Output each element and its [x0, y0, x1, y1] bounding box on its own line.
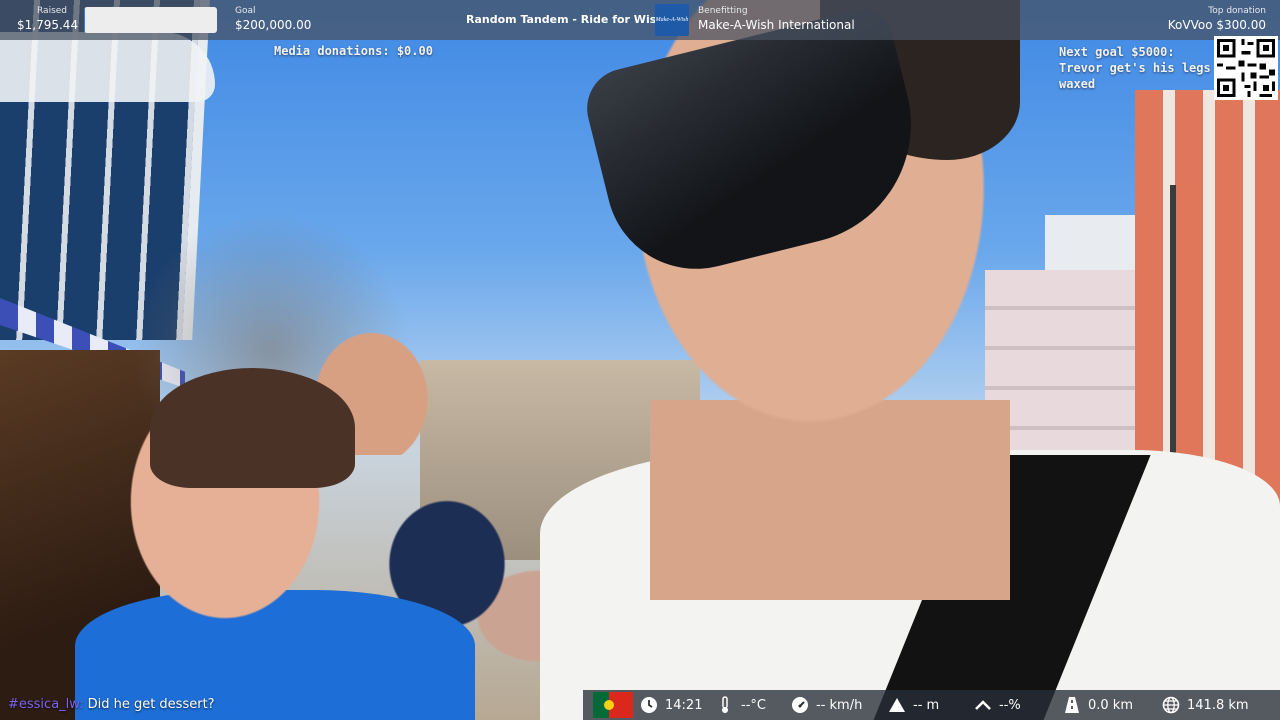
incline-value: --% [999, 697, 1021, 713]
speed-value: -- km/h [816, 697, 863, 713]
time-value: 14:21 [665, 697, 703, 713]
road-icon [1062, 696, 1082, 714]
fundraising-progress-bar [84, 7, 217, 33]
benefitting-section: Benefitting Make-A-Wish International [698, 6, 855, 33]
chat-message: #essica_lw: Did he get dessert? [8, 697, 215, 712]
top-donation-label: Top donation [1208, 6, 1266, 16]
goal-section: Goal $200,000.00 [235, 6, 311, 33]
altitude-stat: -- m [887, 696, 939, 714]
stats-bar: 14:21 --°C -- km/h -- m --% 0.0 km 141.8… [583, 690, 1280, 720]
speedometer-icon [790, 696, 810, 714]
next-goal-line-3: waxed [1059, 77, 1096, 91]
goal-label: Goal [235, 6, 256, 16]
logo-text: Make-A-Wish [655, 17, 689, 23]
donation-bar: Raised $1,795.44 Goal $200,000.00 Random… [0, 0, 1280, 40]
clock-icon [639, 696, 659, 714]
building-canopy [0, 32, 215, 102]
incline-icon [973, 696, 993, 714]
speed-stat: -- km/h [790, 696, 862, 714]
portugal-flag-icon [593, 692, 633, 718]
benefitting-value: Make-A-Wish International [698, 18, 855, 32]
mountain-icon [887, 696, 907, 714]
distance-today-stat: 0.0 km [1062, 696, 1133, 714]
globe-icon [1161, 696, 1181, 714]
camera-feed [0, 0, 1280, 720]
stream-title: Random Tandem - Ride for Wishes [466, 13, 679, 26]
next-goal-text: Next goal $5000: Trevor get's his legs w… [1059, 44, 1214, 92]
temperature-value: --°C [741, 697, 766, 713]
temperature-stat: --°C [715, 696, 766, 714]
top-donation-section: Top donation KoVVoo $300.00 [1168, 6, 1266, 33]
qr-code-icon[interactable] [1214, 36, 1278, 100]
progress-fill [84, 7, 86, 33]
incline-stat: --% [973, 696, 1021, 714]
top-donation-value: KoVVoo $300.00 [1167, 18, 1266, 32]
next-goal-line-2: Trevor get's his legs [1059, 61, 1211, 75]
goal-value: $200,000.00 [235, 18, 312, 32]
left-person-hair [150, 368, 355, 488]
benefitting-label: Benefitting [698, 6, 748, 16]
distance-today-value: 0.0 km [1088, 697, 1133, 713]
altitude-value: -- m [913, 697, 940, 713]
media-donations: Media donations: $0.00 [274, 44, 433, 58]
chat-text: Did he get dessert? [87, 697, 215, 712]
raised-label: Raised [37, 6, 68, 16]
next-goal-line-1: Next goal $5000: [1059, 45, 1175, 59]
chat-username: #essica_lw: [8, 697, 84, 712]
raised-section: Raised $1,795.44 [17, 6, 78, 33]
thermometer-icon [715, 696, 735, 714]
time-stat: 14:21 [639, 696, 702, 714]
raised-value: $1,795.44 [17, 18, 79, 32]
distance-total-stat: 141.8 km [1161, 696, 1249, 714]
distance-total-value: 141.8 km [1187, 697, 1249, 713]
make-a-wish-logo: Make-A-Wish [655, 4, 689, 36]
